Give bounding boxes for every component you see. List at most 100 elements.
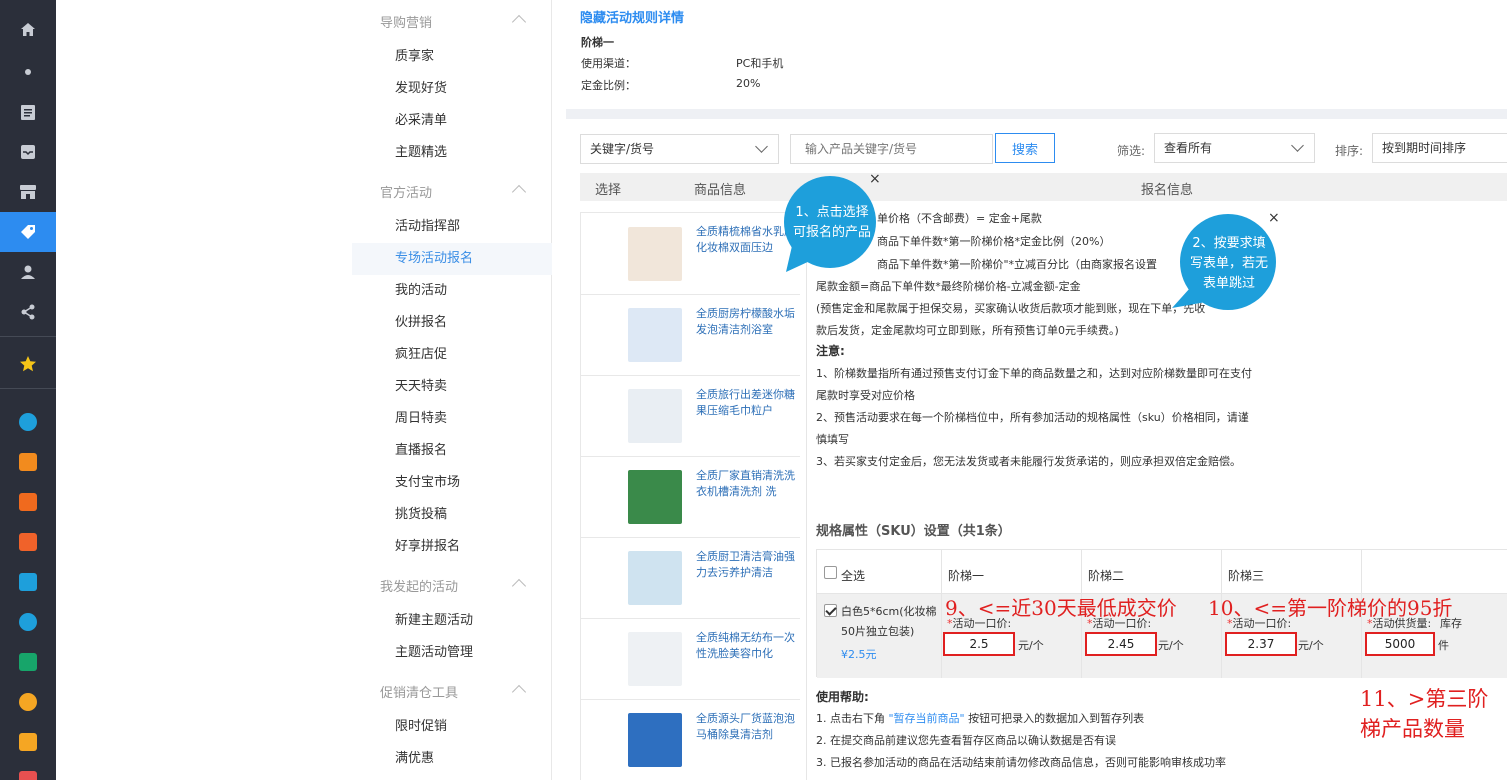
menu-item[interactable]: 伙拼报名 bbox=[352, 307, 552, 339]
sku-title: 规格属性（SKU）设置（共1条） bbox=[816, 524, 1011, 539]
app-icon-7[interactable] bbox=[0, 642, 56, 682]
menu-item[interactable]: 直播报名 bbox=[352, 435, 552, 467]
menu-section-title[interactable]: 官方活动 bbox=[380, 182, 432, 201]
product-name[interactable]: 全质纯棉无纺布一次性洗脸美容巾化 bbox=[696, 630, 796, 662]
share-icon[interactable] bbox=[0, 292, 56, 332]
section-divider bbox=[566, 109, 1507, 119]
filter-select[interactable]: 查看所有 bbox=[1154, 133, 1315, 163]
menu-item[interactable]: 满优惠 bbox=[352, 743, 552, 775]
app-icon-5[interactable] bbox=[0, 562, 56, 602]
chevron-up-icon[interactable] bbox=[511, 14, 527, 30]
table-row[interactable]: 全质厂家直销清洗洗衣机槽清洗剂 洗 bbox=[580, 456, 800, 537]
star-icon[interactable] bbox=[0, 344, 56, 384]
product-image[interactable] bbox=[628, 551, 682, 605]
product-image[interactable] bbox=[628, 227, 682, 281]
price-unit: 元/个 bbox=[1158, 639, 1184, 652]
app-icon-1[interactable] bbox=[0, 402, 56, 442]
app-icon-10[interactable] bbox=[0, 760, 56, 780]
help-line: 2. 在提交商品前建议您先查看暂存区商品以确认数据是否有误 bbox=[816, 734, 1116, 747]
menu-section-title[interactable]: 促销清仓工具 bbox=[380, 682, 458, 701]
product-image[interactable] bbox=[628, 632, 682, 686]
menu-item[interactable]: 活动指挥部 bbox=[352, 211, 552, 243]
menu-item[interactable]: 主题精选 bbox=[352, 137, 552, 169]
notice-line: 3、若买家支付定金后，您无法发货或者未能履行发货承诺的，则应承担双倍定金赔偿。 bbox=[816, 455, 1241, 468]
menu-item[interactable]: 疯狂店促 bbox=[352, 339, 552, 371]
supply-input[interactable]: 5000 bbox=[1365, 632, 1435, 656]
sort-select[interactable]: 按到期时间排序 bbox=[1372, 133, 1507, 163]
menu-item[interactable]: 天天特卖 bbox=[352, 371, 552, 403]
menu-item[interactable]: 支付宝市场 bbox=[352, 467, 552, 499]
menu-item[interactable]: 质享家 bbox=[352, 41, 552, 73]
menu-item-active[interactable]: 专场活动报名 bbox=[352, 243, 552, 275]
help-title: 使用帮助: bbox=[816, 690, 869, 704]
chevron-up-icon[interactable] bbox=[511, 578, 527, 594]
user-icon[interactable] bbox=[0, 252, 56, 292]
search-input[interactable] bbox=[790, 134, 993, 164]
app-icon-3[interactable] bbox=[0, 482, 56, 522]
chevron-down-icon bbox=[1291, 139, 1304, 152]
menu-item[interactable]: 我的活动 bbox=[352, 275, 552, 307]
select-all-checkbox[interactable] bbox=[824, 566, 837, 579]
menu-item[interactable]: 好享拼报名 bbox=[352, 531, 552, 563]
header-product: 商品信息 bbox=[694, 183, 747, 198]
dot-icon[interactable] bbox=[0, 52, 56, 92]
search-button[interactable]: 搜索 bbox=[995, 133, 1055, 163]
product-image[interactable] bbox=[628, 308, 682, 362]
product-name[interactable]: 全质精梳棉省水乳肤化妆棉双面压边 bbox=[696, 224, 796, 256]
table-header: 选择 商品信息 报名信息 bbox=[580, 173, 1507, 201]
product-image[interactable] bbox=[628, 470, 682, 524]
tier1-price-input[interactable]: 2.5 bbox=[943, 632, 1015, 656]
tier2-price-input[interactable]: 2.45 bbox=[1085, 632, 1157, 656]
menu-item[interactable]: 限时促销 bbox=[352, 711, 552, 743]
product-image[interactable] bbox=[628, 389, 682, 443]
keyword-select[interactable]: 关键字/货号 bbox=[580, 134, 779, 164]
clipboard-icon[interactable] bbox=[0, 92, 56, 132]
table-row[interactable]: 全质旅行出差迷你糖果压缩毛巾粒户 bbox=[580, 375, 800, 456]
product-image[interactable] bbox=[628, 713, 682, 767]
tag-icon[interactable] bbox=[0, 212, 56, 252]
inbox-icon[interactable] bbox=[0, 132, 56, 172]
rules-title-link[interactable]: 隐藏活动规则详情 bbox=[580, 7, 684, 26]
chevron-up-icon[interactable] bbox=[511, 684, 527, 700]
product-name[interactable]: 全质厨卫清洁膏油强力去污养护清洁 bbox=[696, 549, 796, 581]
app-icon-8[interactable] bbox=[0, 682, 56, 722]
app-icon-2[interactable] bbox=[0, 442, 56, 482]
table-row[interactable]: 全质纯棉无纺布一次性洗脸美容巾化 bbox=[580, 618, 800, 699]
chevron-up-icon[interactable] bbox=[511, 184, 527, 200]
tutorial-bubble-1: 1、点击选择可报名的产品 bbox=[792, 205, 871, 240]
home-icon[interactable] bbox=[0, 10, 56, 50]
sku-price: ¥2.5元 bbox=[841, 648, 877, 661]
product-name[interactable]: 全质厨房柠檬酸水垢发泡清洁剂浴室 bbox=[696, 306, 796, 338]
product-name[interactable]: 全质厂家直销清洗洗衣机槽清洗剂 洗 bbox=[696, 468, 796, 500]
menu-section-title[interactable]: 我发起的活动 bbox=[380, 576, 458, 595]
menu-item[interactable]: 周日特卖 bbox=[352, 403, 552, 435]
menu-item[interactable]: 必采清单 bbox=[352, 105, 552, 137]
menu-item[interactable]: 主题活动管理 bbox=[352, 637, 552, 669]
filter-select-value: 查看所有 bbox=[1164, 141, 1213, 155]
sku-checkbox[interactable] bbox=[824, 604, 837, 617]
menu-section-title[interactable]: 导购营销 bbox=[380, 12, 432, 31]
close-icon[interactable]: × bbox=[1268, 210, 1280, 226]
table-row[interactable]: 全质源头厂货蓝泡泡马桶除臭清洁剂 bbox=[580, 699, 800, 780]
close-icon[interactable]: × bbox=[869, 171, 881, 187]
product-name[interactable]: 全质旅行出差迷你糖果压缩毛巾粒户 bbox=[696, 387, 796, 419]
product-name[interactable]: 全质源头厂货蓝泡泡马桶除臭清洁剂 bbox=[696, 711, 796, 743]
table-row[interactable]: 全质厨房柠檬酸水垢发泡清洁剂浴室 bbox=[580, 294, 800, 375]
sku-table: 全选 阶梯一 阶梯二 阶梯三 白色5*6cm(化妆棉50片独立包装) ¥2.5元… bbox=[816, 549, 1507, 678]
menu-item[interactable]: 发现好货 bbox=[352, 73, 552, 105]
app-icon-9[interactable] bbox=[0, 722, 56, 762]
sku-name: 白色5*6cm(化妆棉50片独立包装) bbox=[841, 605, 937, 638]
menu-item[interactable]: 新建主题活动 bbox=[352, 605, 552, 637]
select-all-label: 全选 bbox=[841, 569, 866, 583]
stash-link[interactable]: "暂存当前商品" bbox=[889, 712, 965, 725]
table-row[interactable]: 全质精梳棉省水乳肤化妆棉双面压边 bbox=[580, 212, 800, 294]
table-row[interactable]: 全质厨卫清洁膏油强力去污养护清洁 bbox=[580, 537, 800, 618]
menu-item[interactable]: 挑货投稿 bbox=[352, 499, 552, 531]
app-icon-6[interactable] bbox=[0, 602, 56, 642]
store-icon[interactable] bbox=[0, 172, 56, 212]
app-icon-4[interactable] bbox=[0, 522, 56, 562]
formula-line: 尾款金额=商品下单件数*最终阶梯价格-立减金额-定金 bbox=[816, 280, 1081, 293]
tier3-price-input[interactable]: 2.37 bbox=[1225, 632, 1297, 656]
help-line: 1. 点击右下角 "暂存当前商品" 按钮可把录入的数据加入到暂存列表 bbox=[816, 712, 1145, 725]
tier-title: 阶梯一 bbox=[581, 36, 614, 49]
